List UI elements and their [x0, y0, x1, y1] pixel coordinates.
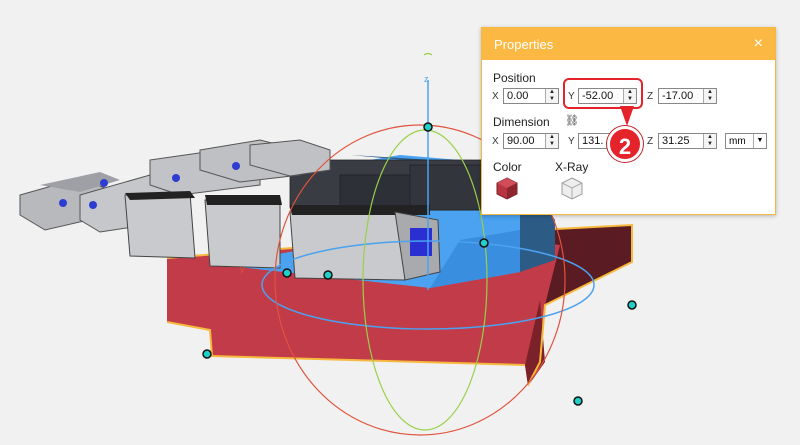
- dimension-label: Dimension: [493, 115, 550, 129]
- position-x-label: X: [492, 91, 499, 102]
- position-x-stepper[interactable]: ▲ ▼: [545, 89, 558, 103]
- close-icon[interactable]: ×: [754, 36, 763, 52]
- step-highlight-box: [563, 78, 643, 109]
- axis-y-label: y: [240, 264, 245, 274]
- position-x-input[interactable]: 0.00 ▲ ▼: [503, 88, 559, 104]
- dimension-z-input[interactable]: 31.25 ▲ ▼: [658, 133, 717, 149]
- dimension-x-input[interactable]: 90.00 ▲ ▼: [503, 133, 559, 149]
- dimension-x-label: X: [492, 136, 499, 147]
- properties-header: Properties ×: [482, 28, 775, 60]
- position-z-input[interactable]: -17.00 ▲ ▼: [658, 88, 717, 104]
- position-z-stepper[interactable]: ▲ ▼: [703, 89, 716, 103]
- dimension-z-stepper[interactable]: ▲ ▼: [703, 134, 716, 148]
- position-z-label: Z: [647, 91, 654, 102]
- link-icon[interactable]: ⛓: [565, 114, 579, 127]
- chevron-down-icon: ▼: [753, 134, 766, 148]
- xray-label: X-Ray: [555, 160, 589, 174]
- color-label: Color: [493, 160, 522, 174]
- step-number-badge: 2: [607, 126, 643, 162]
- xray-cube-icon[interactable]: [560, 176, 584, 200]
- dimension-y-label: Y: [568, 136, 575, 147]
- position-label: Position: [493, 71, 536, 85]
- axis-z-label: z: [424, 74, 429, 84]
- dimension-z-label: Z: [647, 136, 654, 147]
- unit-select[interactable]: mm ▼: [725, 133, 767, 149]
- color-swatch-cube-icon[interactable]: [495, 176, 519, 200]
- panel-title: Properties: [494, 36, 554, 52]
- dimension-x-stepper[interactable]: ▲ ▼: [545, 134, 558, 148]
